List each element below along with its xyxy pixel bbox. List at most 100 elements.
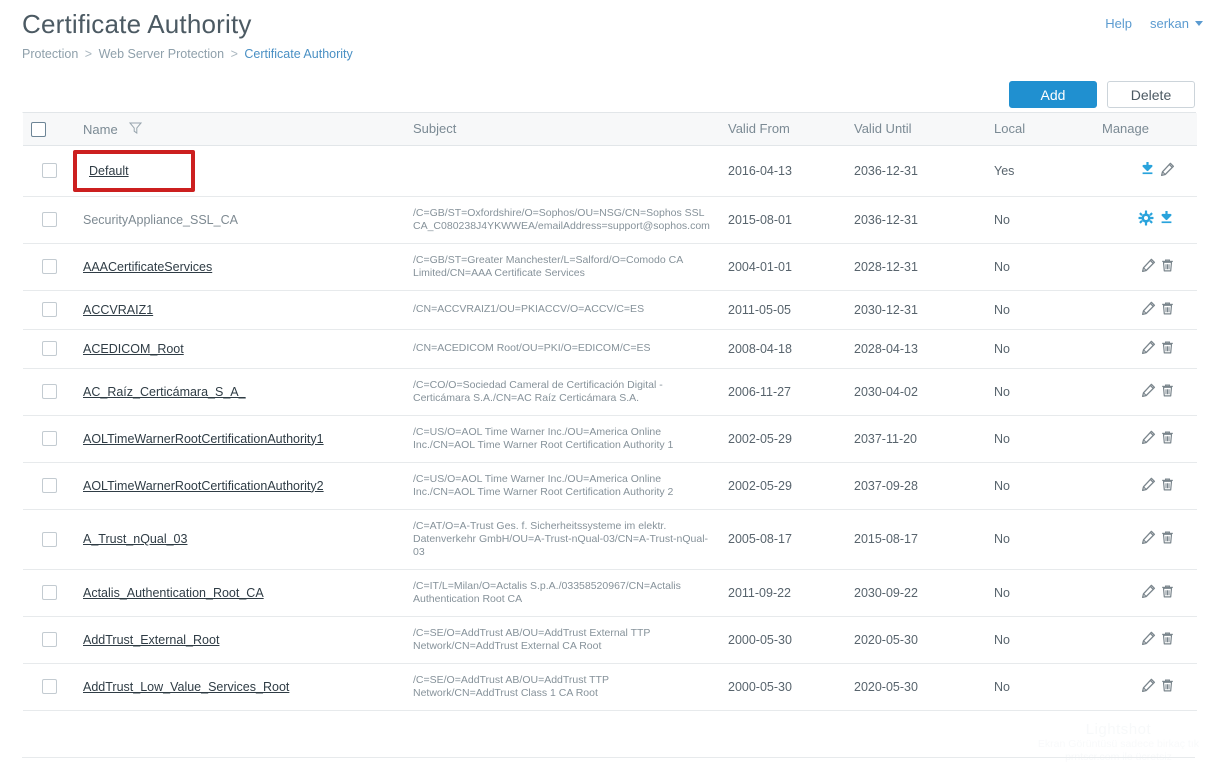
certificate-name-link[interactable]: Default: [89, 164, 129, 178]
table-row: Actalis_Authentication_Root_CA/C=IT/L=Mi…: [23, 569, 1197, 617]
delete-icon: [1162, 259, 1173, 271]
edit-icon[interactable]: [1141, 477, 1156, 492]
edit-icon[interactable]: [1141, 631, 1156, 646]
certificate-subject: /C=GB/ST=Oxfordshire/O=Sophos/OU=NSG/CN=…: [413, 206, 710, 232]
row-select-checkbox[interactable]: [41, 212, 57, 228]
row-select-checkbox[interactable]: [41, 679, 57, 695]
delete-icon[interactable]: [1160, 258, 1175, 273]
edit-icon[interactable]: [1141, 383, 1156, 398]
certificate-name-link[interactable]: AddTrust_Low_Value_Services_Root: [83, 680, 289, 694]
delete-icon[interactable]: [1160, 383, 1175, 398]
delete-icon[interactable]: [1160, 530, 1175, 545]
breadcrumb-item-protection[interactable]: Protection: [22, 47, 78, 61]
edit-icon[interactable]: [1141, 258, 1156, 273]
certificate-subject-cell: /C=CO/O=Sociedad Cameral de Certificació…: [405, 368, 720, 416]
delete-icon[interactable]: [1160, 301, 1175, 316]
column-header-manage: Manage: [1094, 113, 1197, 146]
row-select-checkbox[interactable]: [41, 163, 57, 179]
valid-from-cell: 2002-05-29: [720, 415, 846, 463]
download-icon[interactable]: [1158, 210, 1175, 226]
delete-icon[interactable]: [1160, 678, 1175, 693]
breadcrumb-item-web-server-protection[interactable]: Web Server Protection: [99, 47, 225, 61]
certificate-name-link[interactable]: ACCVRAIZ1: [83, 303, 153, 317]
certificate-name-link[interactable]: AOLTimeWarnerRootCertificationAuthority2: [83, 479, 324, 493]
download-icon: [1161, 211, 1172, 224]
valid-until-cell: 2030-12-31: [846, 290, 986, 330]
edit-icon: [1141, 301, 1156, 315]
local-cell: No: [986, 415, 1094, 463]
certificate-subject-cell: /C=US/O=AOL Time Warner Inc./OU=America …: [405, 462, 720, 510]
table-row: ACEDICOM_Root/CN=ACEDICOM Root/OU=PKI/O=…: [23, 329, 1197, 369]
edit-icon: [1141, 383, 1156, 397]
row-select-checkbox[interactable]: [41, 585, 57, 601]
column-header-name-label: Name: [83, 121, 118, 137]
certificate-subject: /CN=ACCVRAIZ1/OU=PKIACCV/O=ACCV/C=ES: [413, 303, 645, 315]
valid-until-cell: 2028-04-13: [846, 329, 986, 369]
header-actions: Help serkan: [1105, 16, 1203, 31]
edit-icon[interactable]: [1160, 162, 1175, 177]
edit-icon[interactable]: [1141, 584, 1156, 599]
manage-actions: [1141, 258, 1175, 273]
manage-cell: [1094, 569, 1197, 617]
certificate-subject-cell: /CN=ACEDICOM Root/OU=PKI/O=EDICOM/C=ES: [405, 329, 720, 369]
valid-from-cell: 2006-11-27: [720, 368, 846, 416]
delete-icon[interactable]: [1160, 430, 1175, 445]
certificate-name-link[interactable]: ACEDICOM_Root: [83, 342, 184, 356]
manage-actions: [1141, 430, 1175, 445]
valid-from-cell: 2000-05-30: [720, 663, 846, 711]
delete-icon[interactable]: [1160, 631, 1175, 646]
row-select-checkbox[interactable]: [41, 431, 57, 447]
certificate-name-link[interactable]: AddTrust_External_Root: [83, 633, 219, 647]
delete-icon: [1162, 585, 1173, 597]
certificate-name-link[interactable]: A_Trust_nQual_03: [83, 532, 187, 546]
row-select-checkbox[interactable]: [41, 384, 57, 400]
row-select-checkbox[interactable]: [41, 302, 57, 318]
filter-icon[interactable]: [129, 122, 143, 137]
delete-icon[interactable]: [1160, 340, 1175, 355]
local-cell: No: [986, 569, 1094, 617]
row-select-cell: [23, 368, 75, 416]
edit-icon[interactable]: [1141, 530, 1156, 545]
valid-until-cell: 2015-08-17: [846, 509, 986, 570]
valid-until-cell: 2037-09-28: [846, 462, 986, 510]
certificate-subject-cell: /C=GB/ST=Greater Manchester/L=Salford/O=…: [405, 243, 720, 291]
edit-icon[interactable]: [1141, 678, 1156, 693]
gear-icon[interactable]: [1138, 210, 1154, 226]
certificate-name-link[interactable]: AC_Raíz_Certicámara_S_A_: [83, 385, 246, 399]
edit-icon[interactable]: [1141, 430, 1156, 445]
edit-icon[interactable]: [1141, 340, 1156, 355]
manage-actions: [1141, 678, 1175, 693]
select-all-checkbox[interactable]: [31, 121, 46, 137]
delete-icon: [1162, 302, 1173, 314]
row-select-checkbox[interactable]: [41, 341, 57, 357]
help-link[interactable]: Help: [1105, 16, 1132, 31]
delete-icon[interactable]: [1160, 477, 1175, 492]
row-select-cell: [23, 196, 75, 244]
row-select-checkbox[interactable]: [41, 259, 57, 275]
certificate-subject: /C=CO/O=Sociedad Cameral de Certificació…: [413, 378, 663, 404]
manage-cell: [1094, 368, 1197, 416]
manage-cell: [1094, 616, 1197, 664]
certificate-name-link[interactable]: AOLTimeWarnerRootCertificationAuthority1: [83, 432, 324, 446]
certificate-subject: /C=US/O=AOL Time Warner Inc./OU=America …: [413, 472, 674, 498]
certificate-name-cell: AddTrust_Low_Value_Services_Root: [75, 663, 405, 711]
column-header-subject: Subject: [405, 113, 720, 146]
breadcrumb-separator: >: [230, 47, 238, 61]
download-icon[interactable]: [1139, 161, 1156, 177]
table-header: Name Subject Valid From Valid Until Loca…: [23, 113, 1197, 146]
row-select-checkbox[interactable]: [41, 632, 57, 648]
add-button[interactable]: Add: [1009, 81, 1097, 108]
row-select-checkbox[interactable]: [41, 478, 57, 494]
delete-button[interactable]: Delete: [1107, 81, 1195, 108]
gear-icon: [1138, 210, 1154, 226]
certificate-name-cell: AC_Raíz_Certicámara_S_A_: [75, 368, 405, 416]
column-header-name: Name: [75, 113, 405, 146]
certificate-name-link[interactable]: Actalis_Authentication_Root_CA: [83, 586, 264, 600]
certificate-subject: /CN=ACEDICOM Root/OU=PKI/O=EDICOM/C=ES: [413, 342, 651, 354]
user-menu[interactable]: serkan: [1150, 16, 1203, 31]
row-select-checkbox[interactable]: [41, 531, 57, 547]
delete-icon[interactable]: [1160, 584, 1175, 599]
edit-icon[interactable]: [1141, 301, 1156, 316]
certificate-name-link[interactable]: AAACertificateServices: [83, 260, 212, 274]
breadcrumb-item-certificate-authority[interactable]: Certificate Authority: [244, 47, 352, 61]
